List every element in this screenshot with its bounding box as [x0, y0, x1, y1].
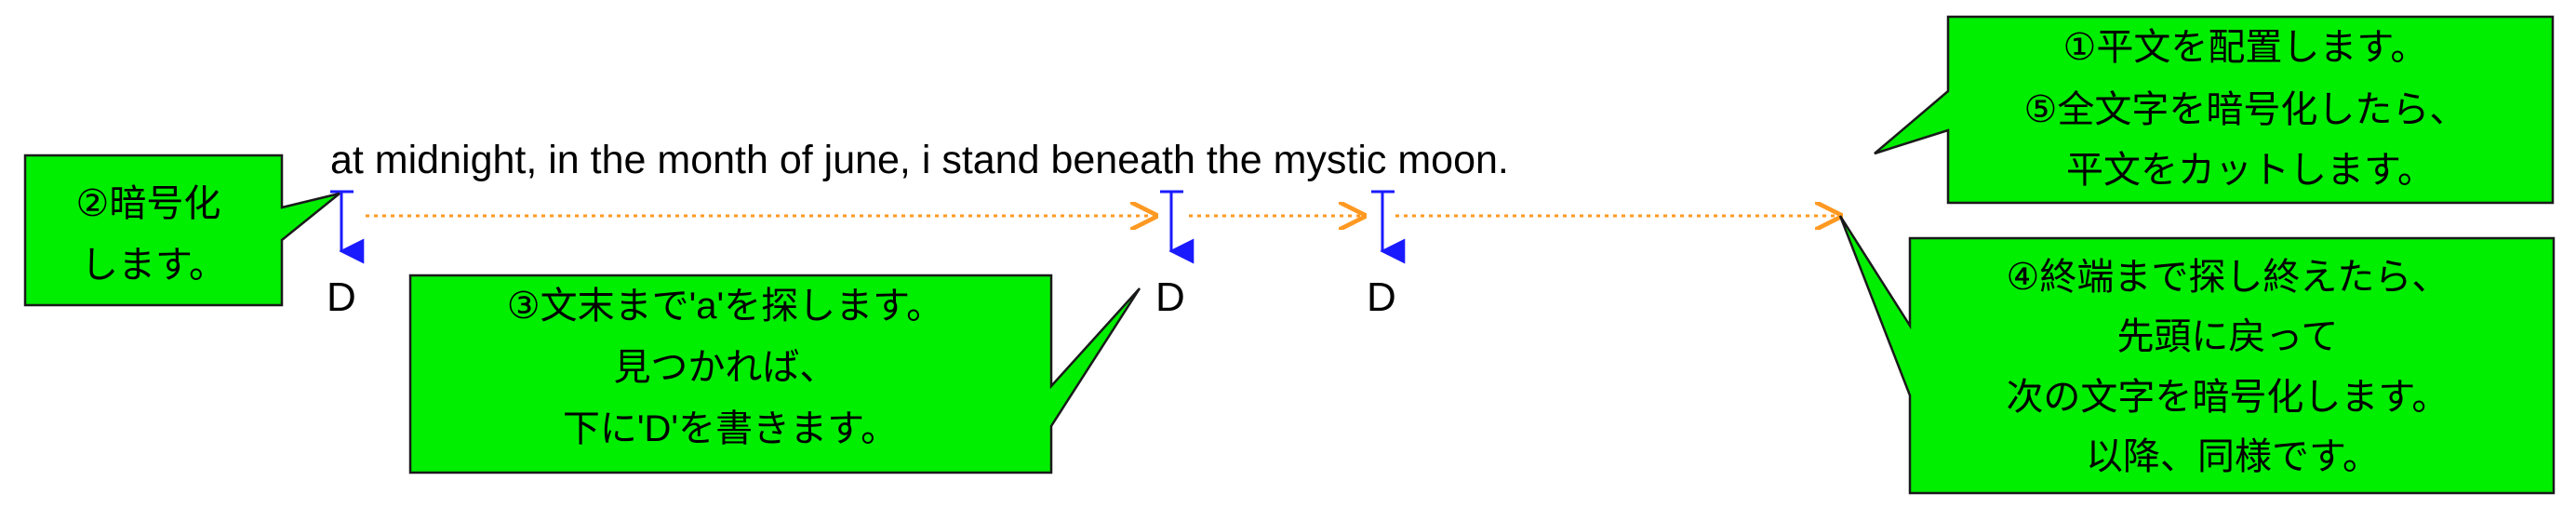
callout-step3-line3: 下に'D'を書きます。 — [563, 408, 898, 449]
marker-2 — [1160, 190, 1195, 264]
marker-3 — [1371, 190, 1406, 264]
mark-d-1: D — [327, 274, 356, 320]
diagram: at midnight, in the month of june, i sta… — [0, 0, 2576, 516]
marker-1 — [330, 190, 365, 264]
callout-step4: ④終端まで探し終えたら、 先頭に戻って 次の文字を暗号化します。 以降、同様です… — [1838, 215, 2556, 495]
callout-step2-line1: ②暗号化 — [76, 183, 221, 224]
callout-step2-line2: します。 — [81, 245, 226, 286]
svg-text:①平文を配置します。 ⑤全文字を暗号化したら、: ①平文を配置します。 ⑤全文字を暗号化したら、 平文をカットします。 — [2024, 27, 2477, 191]
plaintext-sentence: at midnight, in the month of june, i sta… — [330, 138, 1509, 182]
callout-step1-line3: 平文をカットします。 — [2066, 150, 2435, 191]
callout-step1-line2: ⑤全文字を暗号化したら、 — [2024, 89, 2467, 130]
callout-step4-line2: 先頭に戻って — [2116, 316, 2338, 357]
callout-step3: ③文末まで'a'を探します。 見つかれば、 下に'D'を書きます。 — [408, 274, 1141, 474]
callout-step3-line2: 見つかれば、 — [613, 347, 836, 388]
callout-step4-line1: ④終端まで探し終えたら、 — [2007, 257, 2449, 298]
mark-d-3: D — [1367, 274, 1396, 320]
callout-step2: ②暗号化 します。 — [23, 154, 340, 307]
callout-step1: ①平文を配置します。 ⑤全文字を暗号化したら、 平文をカットします。 — [1874, 15, 2555, 205]
callout-step1-line1: ①平文を配置します。 — [2063, 27, 2428, 68]
markers — [330, 190, 1406, 264]
callout-step4-line4: 以降、同様です。 — [2086, 436, 2380, 477]
callout-step4-line3: 次の文字を暗号化します。 — [2006, 377, 2449, 418]
callout-step3-line1: ③文末まで'a'を探します。 — [507, 286, 943, 327]
mark-d-2: D — [1155, 274, 1185, 320]
diagram-canvas: at midnight, in the month of june, i sta… — [23, 15, 2556, 495]
